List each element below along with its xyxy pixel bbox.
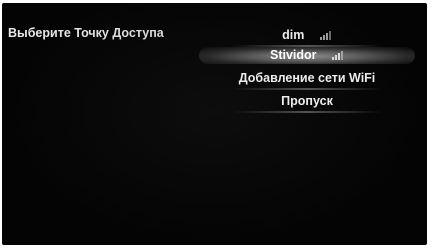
access-point-item-dim[interactable]: dim xyxy=(207,25,407,47)
add-wifi-network-item[interactable]: Добавление сети WiFi xyxy=(207,68,407,90)
add-wifi-network-label: Добавление сети WiFi xyxy=(238,71,376,85)
item-underline xyxy=(232,111,382,113)
wifi-setup-screen: Выберите Точку Доступа dim Stividor Доба… xyxy=(2,3,427,245)
skip-label: Пропуск xyxy=(281,94,333,108)
skip-item[interactable]: Пропуск xyxy=(207,91,407,113)
screen: Выберите Точку Доступа dim Stividor Доба… xyxy=(0,0,433,250)
access-point-label: Stividor xyxy=(269,48,317,62)
item-underline xyxy=(232,88,382,90)
wifi-signal-icon xyxy=(319,31,331,40)
access-point-item-stividor[interactable]: Stividor xyxy=(199,45,415,65)
access-point-list: dim Stividor Добавление сети WiFi Пропус… xyxy=(199,25,415,135)
access-point-label: dim xyxy=(282,28,305,42)
page-title: Выберите Точку Доступа xyxy=(8,26,164,40)
wifi-signal-icon xyxy=(332,51,344,60)
